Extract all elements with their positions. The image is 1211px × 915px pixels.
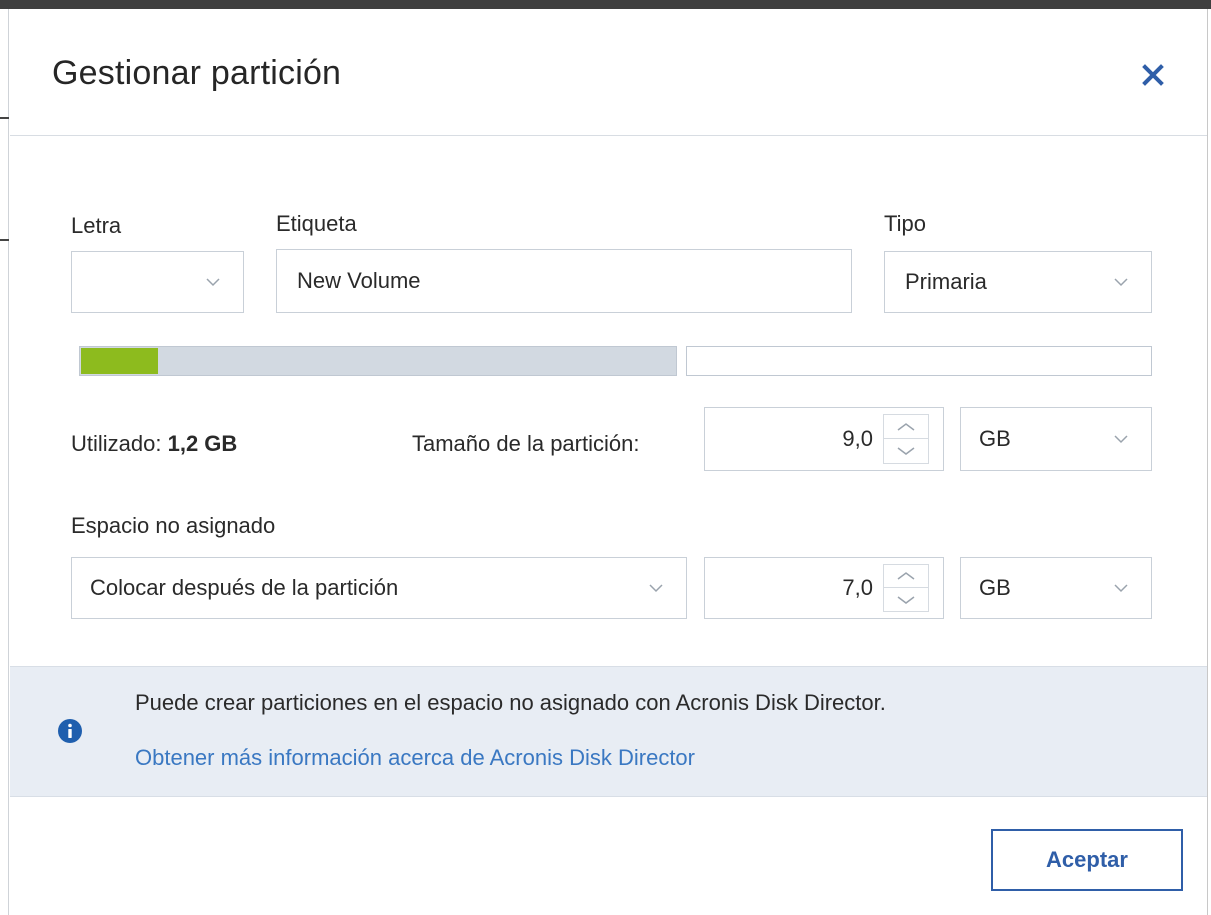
manage-partition-dialog: Gestionar partición Letra Etiqueta Tipo …	[0, 0, 1211, 915]
chevron-down-icon	[897, 447, 915, 455]
unallocated-bar	[686, 346, 1152, 376]
header-divider	[10, 135, 1207, 136]
chevron-down-icon	[1114, 278, 1128, 287]
dialog-title: Gestionar partición	[52, 54, 342, 92]
unallocated-unit: GB	[979, 575, 1011, 600]
unallocated-label: Espacio no asignado	[71, 513, 276, 538]
letter-dropdown[interactable]	[71, 251, 244, 313]
partition-size-label: Tamaño de la partición:	[412, 431, 640, 456]
used-text: Utilizado: 1,2 GB	[71, 431, 237, 457]
type-label: Tipo	[884, 211, 926, 236]
chevron-up-icon	[897, 422, 915, 431]
close-icon[interactable]	[1136, 58, 1170, 92]
window-frame-top	[0, 0, 1211, 9]
partition-size-stepper[interactable]: 9,0	[704, 407, 944, 471]
info-panel	[10, 666, 1207, 797]
info-text: Puede crear particiones en el espacio no…	[135, 690, 886, 715]
type-dropdown[interactable]: Primaria	[884, 251, 1152, 313]
unallocated-size-value: 7,0	[842, 575, 873, 600]
decrement-button[interactable]	[884, 439, 928, 463]
used-value: 1,2 GB	[167, 431, 238, 456]
unallocated-size-stepper[interactable]: 7,0	[704, 557, 944, 619]
letter-label: Letra	[71, 213, 122, 238]
chevron-down-icon	[206, 278, 220, 287]
stepper-buttons	[883, 414, 929, 464]
accept-button[interactable]: Aceptar	[991, 829, 1183, 891]
learn-more-link[interactable]: Obtener más información acerca de Acroni…	[135, 745, 695, 771]
chevron-down-icon	[1114, 584, 1128, 593]
partition-size-value: 9,0	[842, 426, 873, 451]
frame-mark	[0, 239, 9, 241]
chevron-down-icon	[1114, 435, 1128, 444]
unallocated-placement-value: Colocar después de la partición	[90, 575, 399, 600]
used-space-fill	[81, 348, 158, 374]
partition-size-unit-dropdown[interactable]: GB	[960, 407, 1152, 471]
window-frame-left	[0, 9, 9, 915]
decrement-button[interactable]	[884, 588, 928, 611]
increment-button[interactable]	[884, 415, 928, 439]
info-icon	[58, 719, 82, 743]
volume-label-value: New Volume	[297, 268, 421, 293]
partition-bar[interactable]	[79, 346, 677, 376]
chevron-down-icon	[897, 595, 915, 604]
stepper-buttons	[883, 564, 929, 612]
partition-size-unit: GB	[979, 426, 1011, 451]
frame-mark	[0, 117, 9, 119]
unallocated-unit-dropdown[interactable]: GB	[960, 557, 1152, 619]
increment-button[interactable]	[884, 565, 928, 588]
unallocated-placement-dropdown[interactable]: Colocar después de la partición	[71, 557, 687, 619]
type-value: Primaria	[905, 269, 987, 294]
volume-label-label: Etiqueta	[276, 211, 357, 236]
used-label: Utilizado:	[71, 431, 162, 456]
window-frame-right	[1207, 9, 1211, 915]
volume-label-input[interactable]: New Volume	[276, 249, 852, 313]
chevron-up-icon	[897, 572, 915, 580]
chevron-down-icon	[649, 584, 663, 593]
